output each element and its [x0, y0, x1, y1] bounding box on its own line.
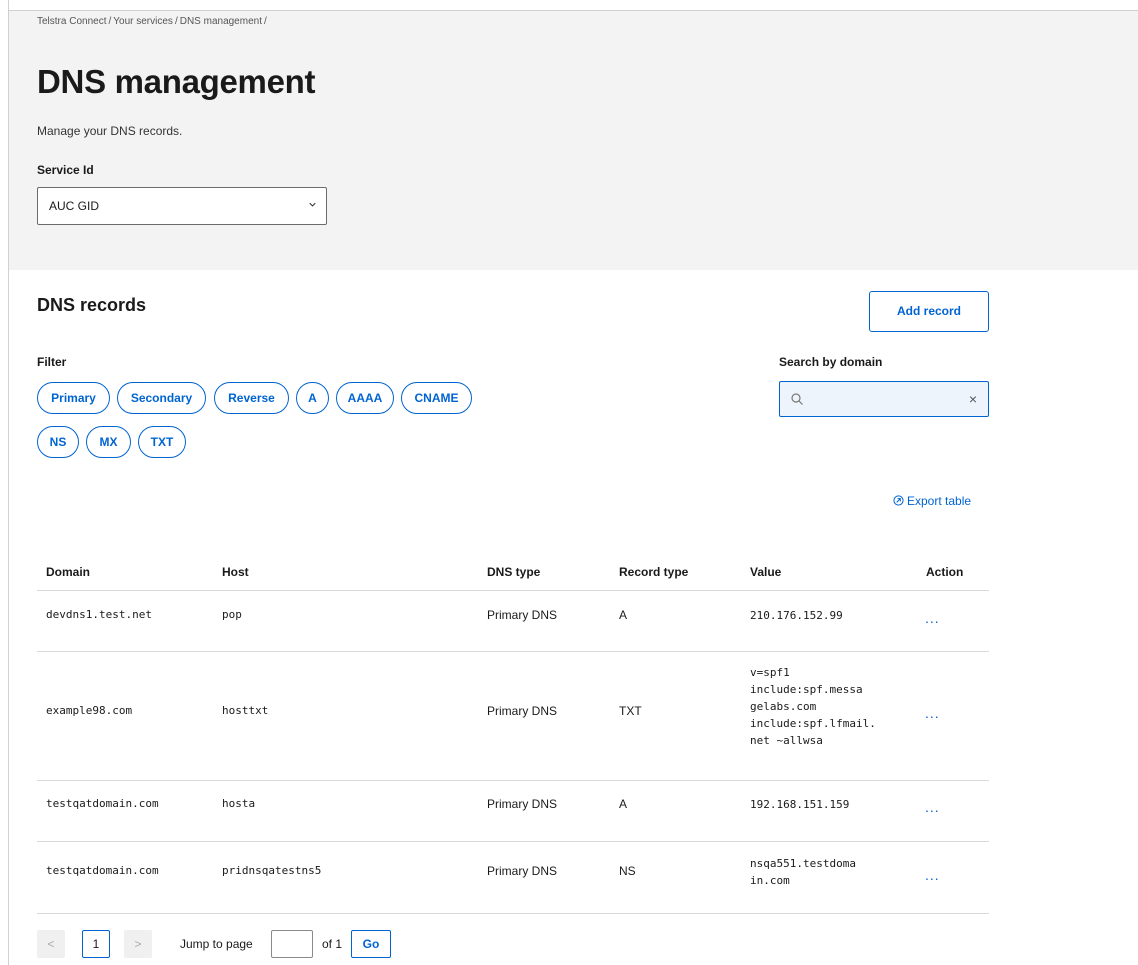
table-divider [37, 913, 989, 914]
jump-to-page-label: Jump to page [180, 937, 253, 951]
filter-chip-secondary[interactable]: Secondary [117, 382, 206, 414]
search-icon [791, 393, 803, 405]
value-line: 210.176.152.99 [750, 609, 843, 622]
breadcrumb-telstra-connect[interactable]: Telstra Connect [37, 16, 106, 27]
cell-host: pridnsqatestns5 [222, 864, 322, 877]
breadcrumb-dns-management[interactable]: DNS management [180, 16, 262, 27]
export-table-label: Export table [907, 494, 972, 508]
jump-to-page-input[interactable] [271, 930, 313, 958]
value-line: include:spf.messa [750, 683, 863, 696]
page-title: DNS management [37, 63, 316, 100]
cell-domain: testqatdomain.com [46, 797, 159, 810]
search-input[interactable] [810, 388, 954, 412]
pagination-prev-button[interactable]: < [37, 930, 65, 958]
filter-chip-cname[interactable]: CNAME [401, 382, 472, 414]
search-box: × [779, 381, 989, 417]
column-header-dns-type: DNS type [487, 565, 541, 579]
row-actions-button[interactable]: ... [925, 799, 940, 815]
cell-value: v=spf1 include:spf.messa gelabs.com incl… [750, 664, 880, 749]
chevron-down-icon [309, 202, 316, 207]
table-divider [37, 841, 989, 842]
breadcrumb: Telstra Connect / Your services / DNS manage… [37, 16, 269, 27]
cell-record-type: TXT [619, 704, 642, 718]
row-actions-button[interactable]: ... [925, 867, 940, 883]
page-header: Telstra Connect / Your services / DNS manage… [9, 11, 1138, 270]
value-line: nsqa551.testdoma [750, 857, 856, 870]
value-line: 192.168.151.159 [750, 798, 850, 811]
table-divider [37, 590, 989, 591]
cell-dns-type: Primary DNS [487, 797, 558, 811]
filter-label: Filter [37, 355, 67, 369]
value-line: v=spf1 [750, 666, 790, 679]
column-header-action: Action [926, 565, 964, 579]
value-line: in.com [750, 874, 790, 887]
search-label: Search by domain [779, 355, 883, 369]
cell-host: hosta [222, 797, 256, 810]
breadcrumb-your-services[interactable]: Your services [113, 16, 173, 27]
dns-records-title: DNS records [37, 295, 147, 315]
cell-dns-type: Primary DNS [487, 704, 558, 718]
value-line: net ~allwsa [750, 734, 823, 747]
column-header-record-type: Record type [619, 565, 689, 579]
filter-chip-primary[interactable]: Primary [37, 382, 110, 414]
row-actions-button[interactable]: ... [925, 705, 940, 721]
filter-chip-reverse[interactable]: Reverse [214, 382, 289, 414]
cell-host: pop [222, 608, 242, 621]
column-header-value: Value [750, 565, 782, 579]
cell-domain: devdns1.test.net [46, 608, 152, 621]
service-id-select[interactable]: AUC GID [37, 187, 327, 225]
export-table-link[interactable]: Export table [893, 494, 971, 508]
service-id-value: AUC GID [49, 199, 100, 213]
cell-record-type: A [619, 797, 628, 811]
value-line: include:spf.lfmail. [750, 717, 876, 730]
filter-chip-txt[interactable]: TXT [138, 426, 186, 458]
close-icon[interactable]: × [969, 391, 977, 407]
cell-dns-type: Primary DNS [487, 864, 558, 878]
service-id-label: Service Id [37, 163, 94, 177]
pagination-next-button[interactable]: > [124, 930, 152, 958]
go-button[interactable]: Go [351, 930, 391, 958]
cell-record-type: NS [619, 864, 636, 878]
cell-value: 210.176.152.99 [750, 607, 880, 624]
breadcrumb-separator: / [108, 16, 112, 27]
cell-value: nsqa551.testdoma in.com [750, 855, 880, 889]
column-header-domain: Domain [46, 565, 91, 579]
breadcrumb-separator: / [263, 16, 267, 27]
cell-record-type: A [619, 608, 628, 622]
export-icon [893, 495, 904, 506]
page-subtitle: Manage your DNS records. [37, 124, 183, 138]
filter-chip-ns[interactable]: NS [37, 426, 79, 458]
filter-chip-mx[interactable]: MX [86, 426, 131, 458]
breadcrumb-separator: / [174, 16, 178, 27]
cell-domain: example98.com [46, 704, 133, 717]
filter-chip-aaaa[interactable]: AAAA [336, 382, 394, 414]
table-divider [37, 651, 989, 652]
row-actions-button[interactable]: ... [925, 610, 940, 626]
cell-host: hosttxt [222, 704, 269, 717]
pagination-page-1[interactable]: 1 [82, 930, 110, 958]
filter-chip-a[interactable]: A [296, 382, 329, 414]
page-count-label: of 1 [322, 937, 343, 951]
column-header-host: Host [222, 565, 249, 579]
add-record-button[interactable]: Add record [869, 291, 989, 332]
table-divider [37, 780, 989, 781]
cell-domain: testqatdomain.com [46, 864, 159, 877]
value-line: gelabs.com [750, 700, 817, 713]
cell-dns-type: Primary DNS [487, 608, 558, 622]
cell-value: 192.168.151.159 [750, 796, 880, 813]
